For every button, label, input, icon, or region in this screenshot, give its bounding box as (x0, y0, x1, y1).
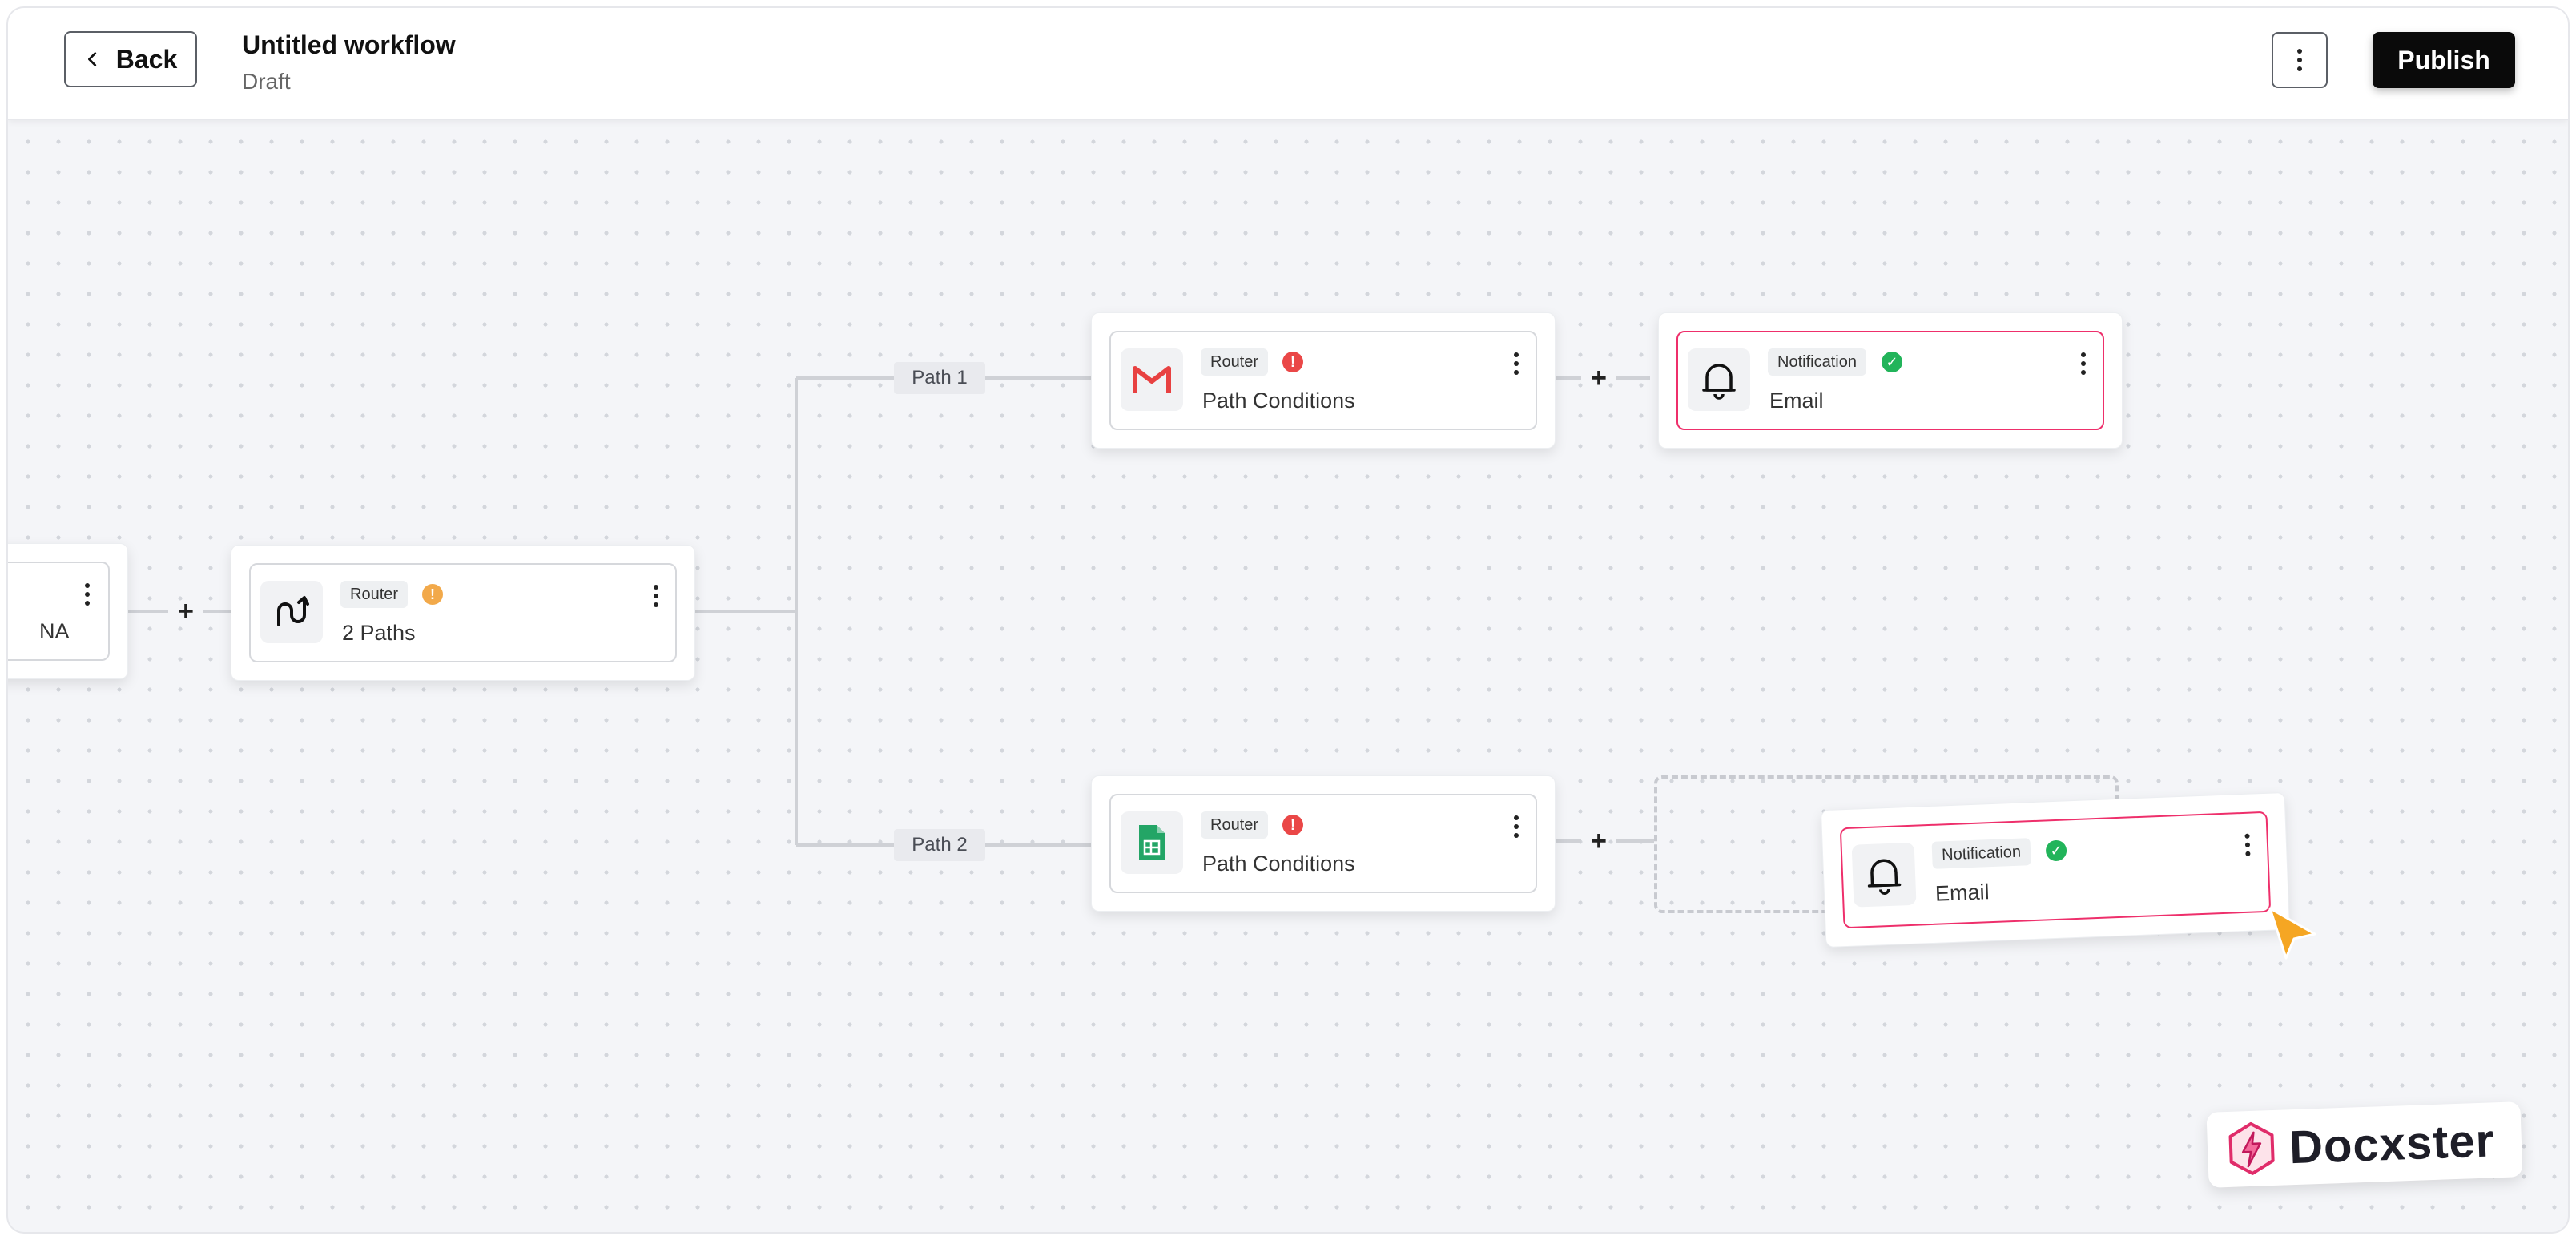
check-icon: ✓ (1882, 352, 1902, 372)
partial-node[interactable]: NA (8, 543, 128, 679)
router-node[interactable]: Router ! 2 Paths (231, 545, 695, 681)
error-icon: ! (1282, 352, 1303, 372)
dragging-notification-node[interactable]: Notification ✓ Email (1820, 791, 2291, 948)
node-menu-icon[interactable] (2239, 831, 2256, 859)
brand-name: Docxster (2288, 1113, 2496, 1174)
warning-icon: ! (422, 584, 443, 605)
app-frame: Back Untitled workflow Draft Publish + +… (6, 6, 2570, 1234)
add-step-button[interactable]: + (1583, 362, 1615, 394)
node-title: Email (1769, 389, 1824, 413)
node-title: Path Conditions (1202, 851, 1355, 876)
bell-icon (1688, 348, 1750, 411)
node-menu-icon[interactable] (2075, 350, 2091, 377)
gmail-icon (1121, 348, 1183, 411)
node-menu-icon[interactable] (1508, 350, 1524, 377)
node-title: 2 Paths (342, 621, 416, 645)
path-1-notification-node[interactable]: Notification ✓ Email (1658, 312, 2123, 449)
node-type-badge: Router (340, 581, 409, 608)
check-icon: ✓ (2045, 839, 2067, 862)
add-step-button[interactable]: + (1583, 825, 1615, 857)
node-type-badge: Notification (1768, 348, 1866, 376)
node-type-badge: Router (1201, 811, 1269, 839)
error-icon: ! (1282, 815, 1303, 835)
node-type-badge: Notification (1931, 838, 2031, 869)
node-title: NA (39, 619, 70, 643)
path-2-router-node[interactable]: Router ! Path Conditions (1091, 775, 1556, 912)
route-icon (260, 581, 323, 643)
google-sheets-icon (1121, 811, 1183, 874)
node-menu-icon[interactable] (648, 582, 664, 610)
cursor-pointer-icon (2268, 907, 2316, 960)
node-menu-icon[interactable] (1508, 813, 1524, 840)
brand-badge: Docxster (2206, 1101, 2523, 1188)
bell-icon (1851, 842, 1917, 908)
docxster-logo-icon (2228, 1121, 2275, 1175)
path-2-label[interactable]: Path 2 (894, 829, 985, 861)
add-step-button[interactable]: + (170, 595, 202, 627)
path-1-router-node[interactable]: Router ! Path Conditions (1091, 312, 1556, 449)
node-menu-icon[interactable] (79, 581, 95, 608)
node-type-badge: Router (1201, 348, 1269, 376)
node-title: Path Conditions (1202, 389, 1355, 413)
path-1-label[interactable]: Path 1 (894, 362, 985, 394)
node-title: Email (1934, 880, 1990, 906)
